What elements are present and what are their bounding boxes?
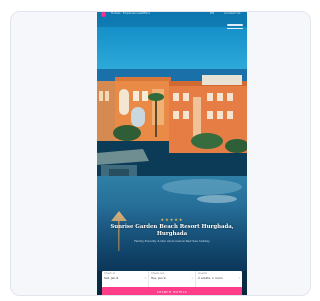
check-out-label: Check-out bbox=[151, 272, 165, 275]
check-in-label: Check-in bbox=[104, 272, 116, 275]
nav-item-offers[interactable]: Offers bbox=[141, 12, 150, 15]
star-rating: ★★★★★ bbox=[160, 217, 184, 222]
hero-photo bbox=[97, 12, 247, 295]
calendar-icon: ▾ bbox=[144, 276, 146, 280]
nav-item-language[interactable]: EN bbox=[210, 12, 214, 15]
guests-value: 2 adults, 1 room bbox=[198, 276, 223, 280]
preview-card[interactable]: Hotels Experiences Offers EN Contact Us … bbox=[10, 11, 311, 296]
check-out-value: Tue, Jan 9 bbox=[151, 276, 166, 280]
nav-item-contact[interactable]: Contact Us bbox=[224, 12, 240, 15]
hotel-title: Sunrise Garden Beach Resort Hurghada, Hu… bbox=[110, 224, 234, 237]
guests-field[interactable]: Guests 2 adults, 1 room ▾ bbox=[196, 271, 242, 288]
menu-icon[interactable] bbox=[227, 24, 243, 32]
hotel-subtitle: Family-friendly 4-star all-inclusive Red… bbox=[134, 239, 210, 243]
booking-bar: Check-in Sat, Jan 6 ▾ Check-out Tue, Jan… bbox=[102, 271, 242, 288]
brand-logo[interactable] bbox=[101, 12, 106, 17]
check-in-value: Sat, Jan 6 bbox=[104, 276, 119, 280]
chevron-down-icon: ▾ bbox=[238, 276, 240, 280]
website-preview[interactable]: Hotels Experiences Offers EN Contact Us … bbox=[97, 12, 247, 295]
site-navbar: Hotels Experiences Offers EN Contact Us bbox=[97, 12, 247, 27]
check-out-field[interactable]: Check-out Tue, Jan 9 ▾ bbox=[149, 271, 196, 288]
nav-item-hotels[interactable]: Hotels bbox=[111, 12, 121, 15]
guests-label: Guests bbox=[198, 272, 207, 275]
check-in-field[interactable]: Check-in Sat, Jan 6 ▾ bbox=[102, 271, 149, 288]
nav-item-experiences[interactable]: Experiences bbox=[123, 12, 141, 15]
search-hotels-button[interactable]: SEARCH HOTELS bbox=[102, 287, 242, 295]
calendar-icon: ▾ bbox=[191, 276, 193, 280]
